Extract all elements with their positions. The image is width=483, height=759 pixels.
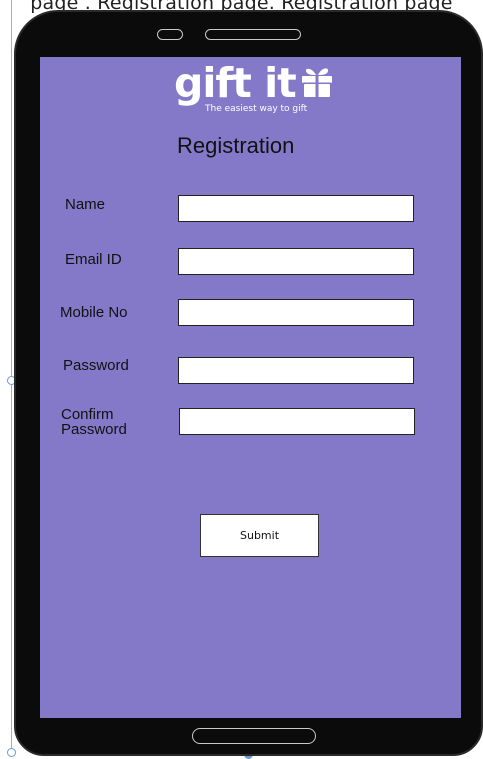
name-input[interactable] xyxy=(178,195,414,222)
page-title: Registration xyxy=(177,133,295,158)
app-logo: gift it The easiest way to gift xyxy=(174,59,374,122)
earpiece-speaker xyxy=(205,29,301,40)
logo-tagline: The easiest way to gift xyxy=(205,104,308,114)
confirm-password-input[interactable] xyxy=(179,408,415,435)
submit-button[interactable]: Submit xyxy=(200,514,319,557)
gift-box-icon xyxy=(302,68,332,97)
mobile-label: Mobile No xyxy=(60,304,128,321)
password-input[interactable] xyxy=(178,357,414,384)
phone-frame: gift it The easiest way to gift Registra… xyxy=(14,10,483,756)
home-indicator xyxy=(192,728,316,744)
phone-screen: gift it The easiest way to gift Registra… xyxy=(40,57,461,718)
password-label: Password xyxy=(63,357,129,374)
name-label: Name xyxy=(65,196,106,213)
mobile-input[interactable] xyxy=(178,299,414,326)
email-label: Email ID xyxy=(65,251,122,268)
confirm-password-label: Confirm Password xyxy=(61,406,127,438)
email-input[interactable] xyxy=(178,248,414,275)
front-camera xyxy=(157,29,183,40)
